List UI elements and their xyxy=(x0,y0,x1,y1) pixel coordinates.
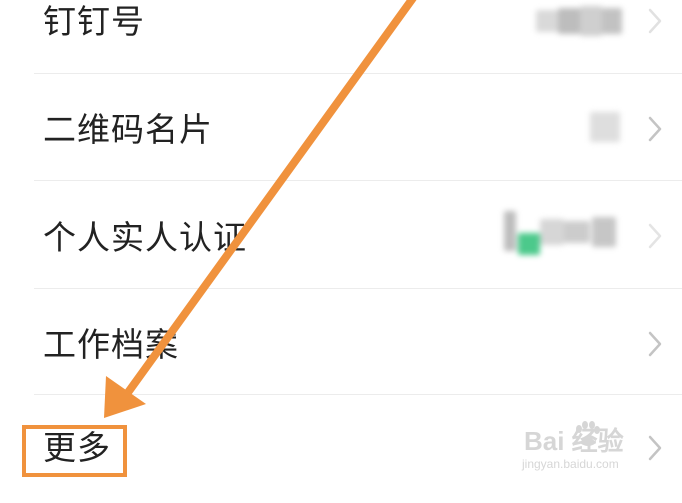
blurred-value xyxy=(496,207,626,263)
chevron-right-icon xyxy=(644,221,666,251)
chevron-right-icon xyxy=(644,329,666,359)
baidu-watermark: Bai 经验 jingyan.baidu.com xyxy=(520,415,650,485)
blurred-value xyxy=(536,4,626,38)
highlight-box xyxy=(22,425,127,477)
chevron-right-icon xyxy=(644,114,666,144)
row-label: 工作档案 xyxy=(43,325,179,364)
row-real-name-verification[interactable]: 个人实人认证 xyxy=(0,181,682,289)
blurred-value xyxy=(588,110,624,146)
paw-icon xyxy=(576,421,600,446)
chevron-right-icon xyxy=(644,6,666,36)
row-label: 二维码名片 xyxy=(43,110,213,149)
watermark-sub: jingyan.baidu.com xyxy=(522,457,619,471)
row-work-profile[interactable]: 工作档案 xyxy=(0,289,682,397)
row-qr-card[interactable]: 二维码名片 xyxy=(0,74,682,182)
row-label: 个人实人认证 xyxy=(43,218,247,257)
row-label: 钉钉号 xyxy=(43,2,145,41)
